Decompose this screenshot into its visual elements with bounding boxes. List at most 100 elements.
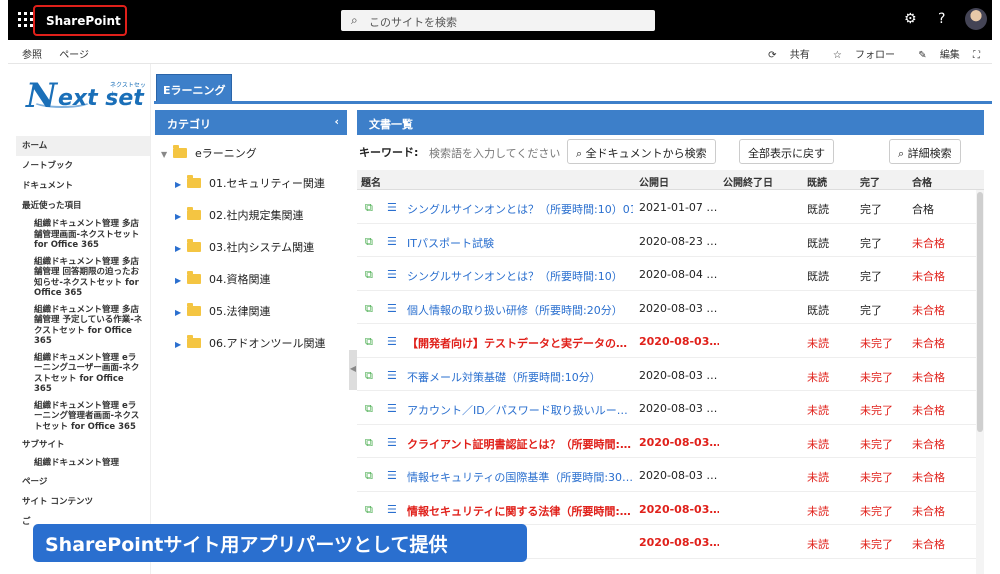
category-item-label: 03.社内システム関連 [209,241,315,254]
category-item[interactable]: ▶ 06.アドオンツール関連 [155,325,347,357]
collapsed-arrow-icon[interactable]: ▶ [175,244,187,253]
nav-subsite-item[interactable]: 組織ドキュメント管理 [8,455,150,472]
list-icon[interactable]: ☰ [387,436,397,449]
doc-title-link[interactable]: 個人情報の取り扱い研修（所要時間:20分） [407,302,633,318]
nav-item-documents[interactable]: ドキュメント [16,176,150,196]
doc-done-status: 未完了 [860,538,893,551]
table-row[interactable]: ⧉ ☰ 情報セキュリティに関する法律（所要時間:… 2020-08-03… 未読 未完了 未… [357,492,984,525]
table-row[interactable]: ⧉ ☰ シングルサインオンとは？（所要時間:10）01 2021-01-07 … 既読 完… [357,190,984,224]
nav-item-subsites[interactable]: サブサイト [16,435,150,455]
nav-item-site-contents[interactable]: サイト コンテンツ [16,492,150,512]
search-all-button[interactable]: ⌕ 全ドキュメントから検索 [567,139,716,164]
doc-title-link[interactable]: シングルサインオンとは？（所要時間:10）01 [407,201,633,217]
doc-pub-date: 2020-08-03 … [639,301,718,315]
app-launcher-icon[interactable] [18,12,34,28]
table-row[interactable]: ⧉ ☰ アカウント／ID／パスワード取り扱いルー… 2020-08-03 … 未読 未完了… [357,391,984,425]
edit-icon[interactable]: ⧉ [365,402,373,416]
edit-icon[interactable]: ⧉ [365,335,373,349]
table-row[interactable]: ⧉ ☰ クライアント証明書認証とは？（所要時間:… 2020-08-03… 未読 未完了 未… [357,425,984,458]
ribbon-tab-page[interactable]: ページ [59,50,89,61]
doc-title-link[interactable]: 情報セキュリティの国際基準（所要時間:30… [407,469,633,485]
site-search-box[interactable]: ⌕ このサイトを検索 [341,10,655,31]
col-end[interactable]: 公開終了日 [723,174,773,189]
edit-icon[interactable]: ⧉ [365,268,373,282]
edit-icon[interactable]: ⧉ [365,369,373,383]
category-item[interactable]: ▶ 03.社内システム関連 [155,229,347,261]
collapsed-arrow-icon[interactable]: ▶ [175,308,187,317]
nav-recent-item[interactable]: 組織ドキュメント管理 多店舗管理 予定している作業-ネクストセット for Of… [8,302,150,350]
collapsed-arrow-icon[interactable]: ▶ [175,212,187,221]
col-done[interactable]: 完了 [860,174,880,189]
list-icon[interactable]: ☰ [387,469,397,482]
edit-icon[interactable]: ⧉ [365,469,373,483]
nav-recent-item[interactable]: 組織ドキュメント管理 eラーニング管理者画面-ネクストセット for Offic… [8,398,150,436]
edit-icon[interactable]: ⧉ [365,436,373,450]
panel-splitter[interactable]: ◀ [349,350,357,390]
category-item[interactable]: ▶ 01.セキュリティー関連 [155,165,347,197]
col-pass[interactable]: 合格 [912,174,932,189]
nav-recent-item[interactable]: 組織ドキュメント管理 eラーニングユーザー画面-ネクストセット for Offi… [8,350,150,398]
doc-title-link[interactable]: アカウント／ID／パスワード取り扱いルー… [407,402,633,418]
list-icon[interactable]: ☰ [387,402,397,415]
list-icon[interactable]: ☰ [387,335,397,348]
col-read[interactable]: 既読 [807,174,827,189]
collapse-chevron-icon[interactable]: ‹ [334,115,339,128]
expanded-arrow-icon[interactable]: ▼ [161,150,173,159]
table-row[interactable]: ⧉ ☰ 【開発者向け】テストデータと実データの… 2020-08-03… 未読 未完了 未合… [357,324,984,358]
doc-title-link[interactable]: 【開発者向け】テストデータと実データの… [407,335,633,351]
table-row[interactable]: ⧉ ☰ 情報セキュリティの国際基準（所要時間:30… 2020-08-03 … 未読 未完… [357,458,984,492]
site-name-link[interactable]: SharePoint [46,14,121,28]
show-all-button[interactable]: 全部表示に戻す [739,139,834,164]
collapsed-arrow-icon[interactable]: ▶ [175,180,187,189]
col-pub[interactable]: 公開日 [639,174,669,189]
category-item[interactable]: ▶ 04.資格関連 [155,261,347,293]
collapsed-arrow-icon[interactable]: ▶ [175,276,187,285]
collapsed-arrow-icon[interactable]: ▶ [175,340,187,349]
tab-elearning[interactable]: Eラーニング [156,74,232,101]
category-root[interactable]: ▼ eラーニング [155,135,347,165]
col-title[interactable]: 題名 [361,174,381,189]
table-row[interactable]: ⧉ ☰ 不審メール対策基礎（所要時間:10分） 2020-08-03 … 未読 未完了 未合… [357,358,984,391]
list-icon[interactable]: ☰ [387,201,397,214]
nav-item-home[interactable]: ホーム [16,136,150,156]
keyword-input[interactable]: 検索語を入力してください [427,141,561,162]
edit-icon[interactable]: ⧉ [365,201,373,215]
category-item-label: 04.資格関連 [209,273,271,286]
list-icon[interactable]: ☰ [387,235,397,248]
focus-mode-icon[interactable]: ⛶ [973,50,980,61]
nav-item-recent[interactable]: 最近使った項目 [16,196,150,216]
detail-search-button[interactable]: ⌕ 詳細検索 [889,139,961,164]
list-icon[interactable]: ☰ [387,268,397,281]
category-item[interactable]: ▶ 02.社内規定集関連 [155,197,347,229]
help-icon[interactable]: ? [938,11,945,27]
share-button[interactable]: ⟳ 共有 [758,50,810,61]
doc-title-link[interactable]: クライアント証明書認証とは？（所要時間:… [407,436,633,452]
table-row[interactable]: ⧉ ☰ 個人情報の取り扱い研修（所要時間:20分） 2020-08-03 … 既読 完了 未… [357,291,984,324]
edit-icon[interactable]: ⧉ [365,503,373,517]
grid-header: 題名 公開日 公開終了日 既読 完了 合格 [357,170,984,190]
list-icon[interactable]: ☰ [387,302,397,315]
vertical-scrollbar[interactable] [976,190,984,574]
ribbon-tab-browse[interactable]: 参照 [22,50,42,61]
doc-title-link[interactable]: 情報セキュリティに関する法律（所要時間:… [407,503,633,519]
nav-item-notebook[interactable]: ノートブック [16,156,150,176]
edit-button[interactable]: ✎ 編集 [908,50,960,61]
follow-button[interactable]: ☆ フォロー [823,50,895,61]
table-row[interactable]: ⧉ ☰ ITパスポート試験 2020-08-23 … 既読 完了 未合格 [357,224,984,257]
table-row[interactable]: ⧉ ☰ シングルサインオンとは？（所要時間:10） 2020-08-04 … 既読 完了 未… [357,257,984,291]
edit-icon[interactable]: ⧉ [365,235,373,249]
gear-icon[interactable]: ⚙ [904,11,917,27]
doc-title-link[interactable]: 不審メール対策基礎（所要時間:10分） [407,369,633,385]
category-item[interactable]: ▶ 05.法律関連 [155,293,347,325]
site-logo[interactable]: N ext set ネクストセット [26,74,146,118]
list-icon[interactable]: ☰ [387,369,397,382]
doc-title-link[interactable]: シングルサインオンとは？（所要時間:10） [407,268,633,284]
nav-recent-item[interactable]: 組織ドキュメント管理 多店舗管理 回答期限の迫ったお知らせ-ネクストセット fo… [8,254,150,302]
avatar[interactable] [965,8,987,30]
nav-recent-item[interactable]: 組織ドキュメント管理 多店舗管理画面-ネクストセット for Office 36… [8,216,150,254]
list-icon[interactable]: ☰ [387,503,397,516]
nav-item-pages[interactable]: ページ [16,472,150,492]
scrollbar-thumb[interactable] [977,192,983,432]
doc-title-link[interactable]: ITパスポート試験 [407,235,633,251]
edit-icon[interactable]: ⧉ [365,302,373,316]
